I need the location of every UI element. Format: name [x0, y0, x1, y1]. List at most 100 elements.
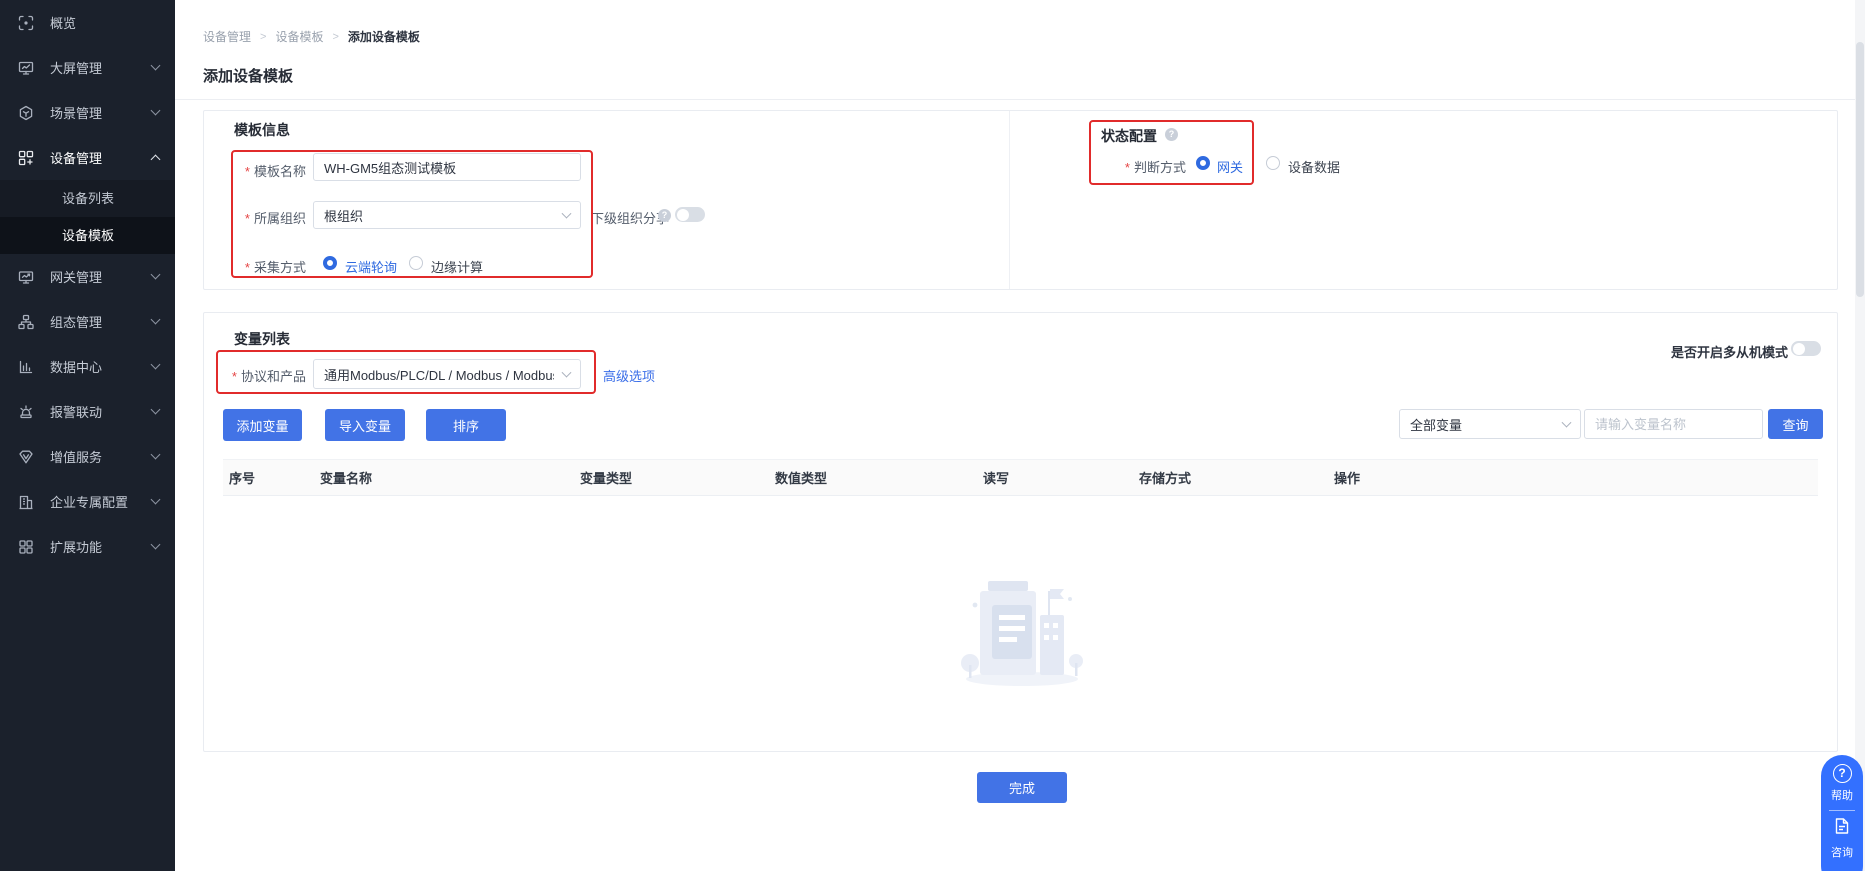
share-suborg-toggle[interactable] — [675, 207, 705, 222]
chevron-down-icon — [151, 495, 161, 505]
title-divider — [175, 99, 1865, 100]
sidebar-item-label: 概览 — [50, 13, 76, 32]
extension-icon — [18, 539, 34, 555]
datacenter-icon — [18, 359, 34, 375]
radio-device-data[interactable] — [1266, 156, 1280, 170]
template-info-title: 模板信息 — [234, 120, 290, 140]
required-mark: * — [1125, 160, 1130, 175]
template-info-panel: 模板信息 *模板名称 *所属组织 根组织 下级组织分享 ? *采集方式 — [203, 110, 1838, 290]
sidebar-item-scene[interactable]: 场景管理 — [0, 90, 175, 135]
radio-gateway-label[interactable]: 网关 — [1217, 157, 1243, 176]
protocol-select[interactable]: 通用Modbus/PLC/DL / Modbus / Modbus R1 — [313, 359, 581, 389]
sidebar-item-label: 组态管理 — [50, 312, 102, 331]
organization-label: *所属组织 — [222, 208, 306, 227]
template-name-field[interactable] — [313, 153, 581, 181]
breadcrumb-current: 添加设备模板 — [348, 28, 420, 45]
organization-select[interactable]: 根组织 — [313, 201, 581, 229]
protocol-select-value: 通用Modbus/PLC/DL / Modbus / Modbus R1 — [324, 365, 554, 384]
template-name-label: *模板名称 — [222, 161, 306, 180]
radio-cloud-polling[interactable] — [323, 256, 337, 270]
chevron-down-icon — [151, 540, 161, 550]
breadcrumb-device-template[interactable]: 设备模板 — [275, 28, 323, 45]
protocol-label: *协议和产品 — [222, 366, 306, 385]
required-mark: * — [232, 369, 237, 384]
breadcrumb-separator: > — [260, 31, 266, 43]
app-window: 概览 大屏管理 场景管理 设备管理 设备列表 — [0, 0, 1865, 871]
add-variable-button[interactable]: 添加变量 — [223, 409, 302, 441]
chevron-down-icon — [151, 450, 161, 460]
column-header-index: 序号 — [229, 460, 255, 497]
sidebar-item-label: 设备管理 — [50, 148, 102, 167]
variable-type-filter-value: 全部变量 — [1410, 415, 1462, 434]
chevron-down-icon — [151, 270, 161, 280]
info-icon[interactable]: ? — [658, 209, 671, 222]
sidebar: 概览 大屏管理 场景管理 设备管理 设备列表 — [0, 0, 175, 871]
column-header-name: 变量名称 — [320, 460, 372, 497]
sidebar-item-gateway[interactable]: 网关管理 — [0, 254, 175, 299]
chevron-down-icon — [151, 405, 161, 415]
gateway-icon — [18, 269, 34, 285]
variable-search-field[interactable] — [1584, 409, 1763, 439]
help-button[interactable]: 帮助 — [1831, 787, 1853, 803]
sidebar-item-enterprise[interactable]: 企业专属配置 — [0, 479, 175, 524]
sidebar-submenu-device: 设备列表 设备模板 — [0, 180, 175, 254]
import-variable-button[interactable]: 导入变量 — [325, 409, 405, 441]
share-suborg-label: 下级组织分享 — [591, 208, 669, 227]
topology-icon — [18, 314, 34, 330]
sidebar-item-label: 数据中心 — [50, 357, 102, 376]
search-button[interactable]: 查询 — [1768, 409, 1823, 439]
column-header-actions: 操作 — [1334, 460, 1360, 497]
empty-state-illustration — [942, 561, 1102, 696]
sidebar-item-alarm[interactable]: 报警联动 — [0, 389, 175, 434]
chevron-down-icon — [151, 360, 161, 370]
breadcrumb: 设备管理 > 设备模板 > 添加设备模板 — [203, 28, 420, 45]
radio-cloud-polling-label[interactable]: 云端轮询 — [345, 257, 397, 276]
enterprise-icon — [18, 494, 34, 510]
template-name-input[interactable] — [314, 154, 580, 180]
sidebar-item-bigscreen[interactable]: 大屏管理 — [0, 45, 175, 90]
column-header-readwrite: 读写 — [983, 460, 1009, 497]
scrollbar-thumb[interactable] — [1856, 42, 1864, 297]
variable-list-panel: 变量列表 是否开启多从机模式 *协议和产品 通用Modbus/PLC/DL / … — [203, 312, 1838, 752]
sidebar-item-datacenter[interactable]: 数据中心 — [0, 344, 175, 389]
multi-slave-toggle[interactable] — [1791, 341, 1821, 356]
finish-button[interactable]: 完成 — [977, 772, 1067, 803]
column-header-type: 变量类型 — [580, 460, 632, 497]
sidebar-item-device[interactable]: 设备管理 — [0, 135, 175, 180]
variable-type-filter-select[interactable]: 全部变量 — [1399, 409, 1581, 439]
breadcrumb-device-management[interactable]: 设备管理 — [203, 28, 251, 45]
sidebar-item-overview[interactable]: 概览 — [0, 0, 175, 45]
chevron-down-icon — [151, 315, 161, 325]
sidebar-item-device-template[interactable]: 设备模板 — [0, 217, 175, 254]
sidebar-item-device-list[interactable]: 设备列表 — [0, 180, 175, 217]
chevron-down-icon — [1562, 418, 1572, 428]
panel-divider — [1009, 111, 1010, 289]
radio-gateway[interactable] — [1196, 156, 1210, 170]
chevron-up-icon — [151, 155, 161, 165]
radio-device-data-label[interactable]: 设备数据 — [1288, 157, 1340, 176]
scrollbar-track[interactable] — [1855, 0, 1865, 871]
sidebar-subitem-label: 设备模板 — [62, 228, 114, 243]
sidebar-item-label: 大屏管理 — [50, 58, 102, 77]
consult-button[interactable]: 咨询 — [1831, 844, 1853, 860]
required-mark: * — [245, 164, 250, 179]
sort-button[interactable]: 排序 — [426, 409, 506, 441]
variable-search-input[interactable] — [1585, 410, 1762, 438]
sidebar-item-topology[interactable]: 组态管理 — [0, 299, 175, 344]
variable-table-header: 序号 变量名称 变量类型 数值类型 读写 存储方式 操作 — [223, 459, 1818, 496]
help-question-icon[interactable]: ? — [1833, 764, 1852, 783]
bigscreen-icon — [18, 60, 34, 76]
sidebar-item-label: 增值服务 — [50, 447, 102, 466]
advanced-options-link[interactable]: 高级选项 — [603, 366, 655, 385]
column-header-value-type: 数值类型 — [775, 460, 827, 497]
value-service-icon — [18, 449, 34, 465]
radio-edge-computing[interactable] — [409, 256, 423, 270]
multi-slave-label: 是否开启多从机模式 — [1624, 342, 1788, 361]
overview-icon — [18, 15, 34, 31]
sidebar-item-extension[interactable]: 扩展功能 — [0, 524, 175, 569]
consult-document-icon[interactable] — [1833, 817, 1851, 840]
help-icon[interactable]: ? — [1165, 128, 1178, 141]
sidebar-item-value-service[interactable]: 增值服务 — [0, 434, 175, 479]
chevron-down-icon — [562, 209, 572, 219]
radio-edge-computing-label[interactable]: 边缘计算 — [431, 257, 483, 276]
